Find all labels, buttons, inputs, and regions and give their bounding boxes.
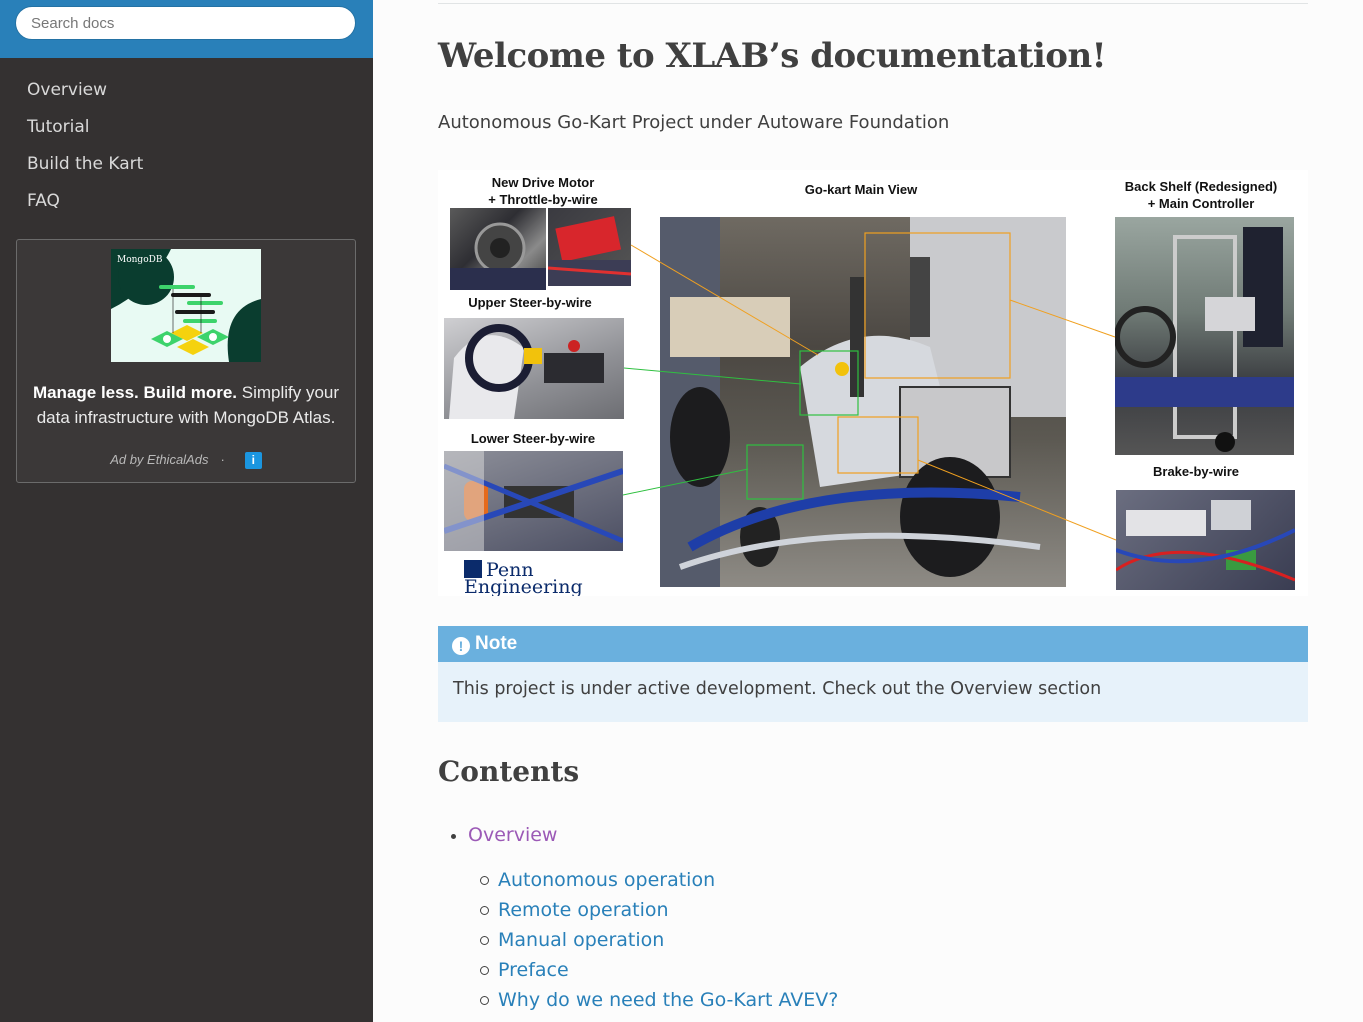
ethical-ad[interactable]: MongoDB Manage less. Build more. Simplif…: [16, 239, 356, 483]
exclamation-icon: !: [452, 637, 470, 655]
search-input[interactable]: [15, 6, 356, 40]
table-of-contents: Overview Autonomous operation Remote ope…: [438, 820, 838, 1011]
mongodb-ad-illustration: [111, 249, 261, 362]
toc-link-remote-operation[interactable]: Remote operation: [498, 899, 669, 921]
toc-link-why-go-kart-avev[interactable]: Why do we need the Go-Kart AVEV?: [498, 989, 838, 1011]
ad-image[interactable]: MongoDB: [111, 249, 261, 362]
toc-subitem: Preface: [438, 955, 838, 985]
toc-link-overview[interactable]: Overview: [468, 824, 557, 846]
divider: [438, 3, 1308, 4]
ad-separator: ·: [220, 452, 225, 467]
main-content: Welcome to XLAB’s documentation! Autonom…: [373, 0, 1363, 1022]
toc-subitem: Autonomous operation: [438, 865, 838, 895]
note-body: This project is under active development…: [453, 679, 1102, 699]
contents-heading: Contents: [438, 755, 580, 788]
ad-headline: Manage less. Build more.: [32, 383, 237, 402]
toc-link-manual-operation[interactable]: Manual operation: [498, 929, 664, 951]
search-bar: [0, 0, 373, 58]
ad-footer: Ad by EthicalAds · i: [17, 452, 355, 470]
figure-connectors: [622, 244, 1117, 541]
info-icon[interactable]: i: [244, 452, 262, 470]
sidebar-nav: Overview Tutorial Build the Kart FAQ: [0, 58, 373, 220]
toc-link-preface[interactable]: Preface: [498, 959, 569, 981]
sidebar-item-faq[interactable]: FAQ: [0, 183, 373, 220]
note-title: ! Note: [438, 626, 1308, 662]
sidebar-item-tutorial[interactable]: Tutorial: [0, 109, 373, 146]
toc-subitem: Remote operation: [438, 895, 838, 925]
ad-attribution[interactable]: Ad by EthicalAds: [110, 452, 208, 467]
mongodb-logo: MongoDB: [117, 255, 163, 265]
toc-link-autonomous-operation[interactable]: Autonomous operation: [498, 869, 715, 891]
toc-subitem: Why do we need the Go-Kart AVEV?: [438, 985, 838, 1015]
note-admonition: ! Note This project is under active devel…: [438, 626, 1308, 722]
toc-item: Overview: [438, 820, 557, 850]
sidebar: Overview Tutorial Build the Kart FAQ: [0, 0, 373, 1022]
page-title: Welcome to XLAB’s documentation!: [438, 36, 1107, 76]
ad-text[interactable]: Manage less. Build more. Simplify your d…: [17, 380, 355, 430]
sidebar-item-overview[interactable]: Overview: [0, 72, 373, 109]
toc-subitem: Manual operation: [438, 925, 838, 955]
sidebar-item-build-the-kart[interactable]: Build the Kart: [0, 146, 373, 183]
go-kart-figure: New Drive Motor + Throttle-by-wire Upper…: [438, 170, 1308, 596]
page-subtitle: Autonomous Go-Kart Project under Autowar…: [438, 112, 950, 133]
